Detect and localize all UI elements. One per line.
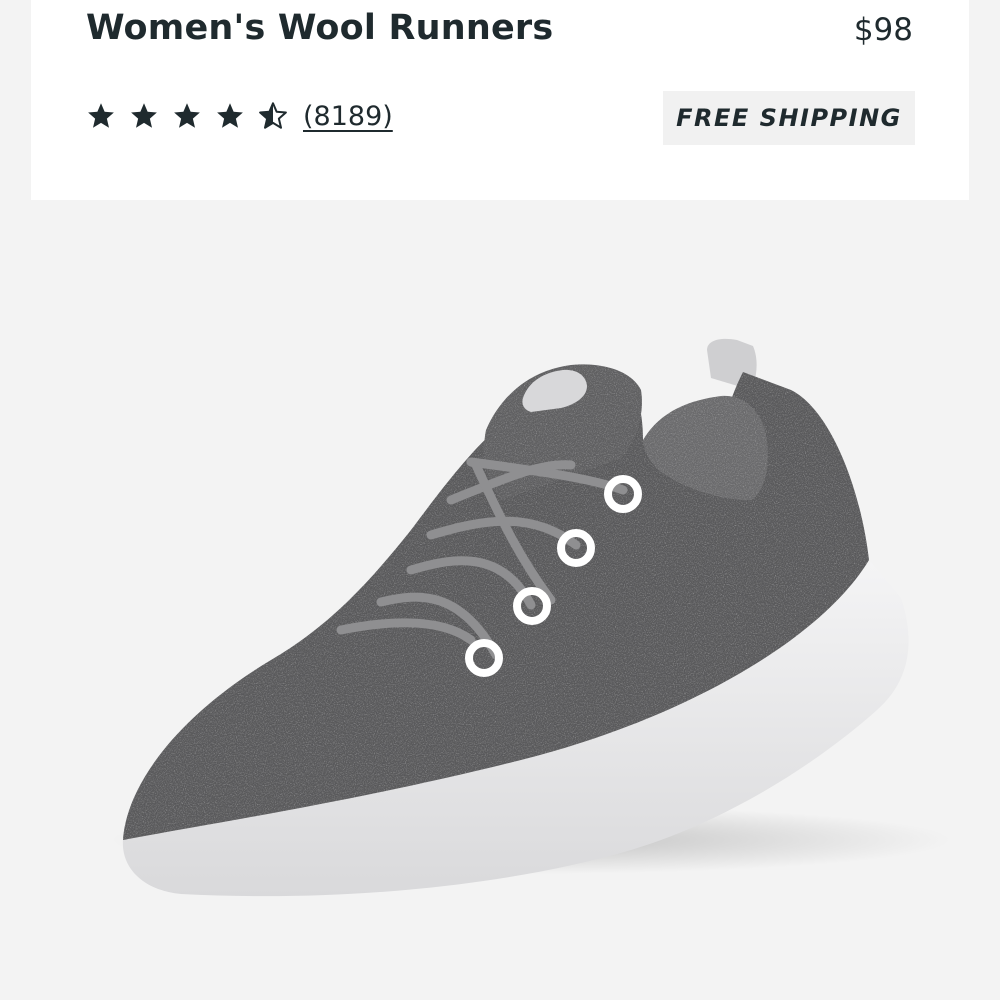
- product-info-card: Women's Wool Runners $98 (8189) FREE SHI…: [31, 0, 969, 200]
- star-icon: [174, 103, 200, 128]
- star-half-icon: [259, 102, 287, 129]
- star-icon: [88, 103, 114, 128]
- shoe-illustration: [111, 338, 951, 897]
- product-page: Women's Wool Runners $98 (8189) FREE SHI…: [0, 0, 1000, 1000]
- star-icon: [131, 103, 157, 128]
- product-price: $98: [853, 12, 913, 48]
- product-image[interactable]: [31, 200, 969, 1000]
- review-count-link[interactable]: (8189): [303, 101, 393, 132]
- free-shipping-badge: FREE SHIPPING: [663, 91, 915, 145]
- product-rating: (8189): [86, 98, 393, 134]
- star-icon: [217, 103, 243, 128]
- product-title: Women's Wool Runners: [86, 8, 554, 48]
